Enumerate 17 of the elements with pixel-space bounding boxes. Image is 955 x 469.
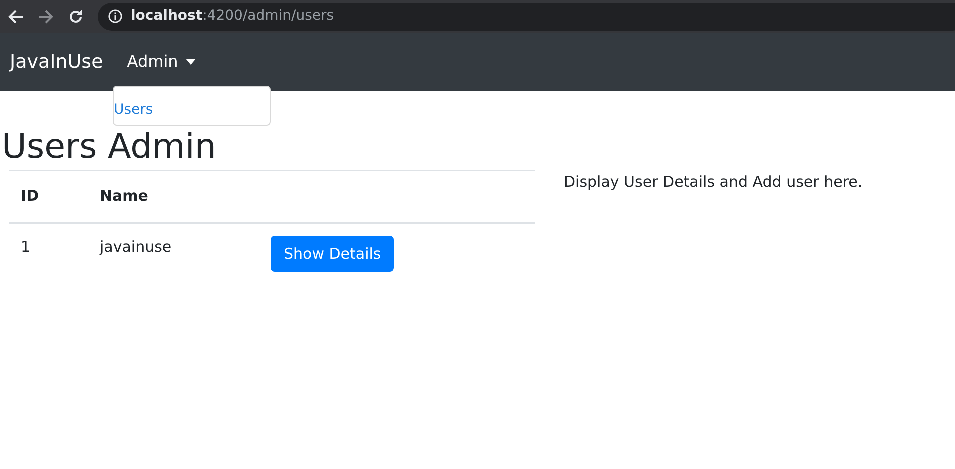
info-text: Display User Details and Add user here. (564, 173, 863, 192)
admin-menu-toggle[interactable]: Admin (127, 50, 196, 74)
url-text: localhost:4200/admin/users (131, 7, 334, 26)
brand-link[interactable]: JavaInUse (10, 48, 104, 76)
reload-icon[interactable] (68, 8, 84, 24)
back-icon[interactable] (8, 8, 24, 24)
column-header: Name (88, 170, 259, 223)
users-menu-item[interactable]: Users (114, 100, 154, 121)
forward-icon[interactable] (38, 8, 54, 24)
table-cell: 1 (9, 222, 88, 284)
address-bar[interactable]: localhost:4200/admin/users (98, 2, 955, 30)
table-cell: javainuse (88, 222, 259, 284)
show-details-button[interactable]: Show Details (271, 236, 394, 272)
page-heading: Users Admin (2, 129, 218, 166)
info-icon[interactable] (108, 9, 123, 24)
caret-icon (186, 59, 196, 65)
column-header: ID (9, 170, 88, 223)
